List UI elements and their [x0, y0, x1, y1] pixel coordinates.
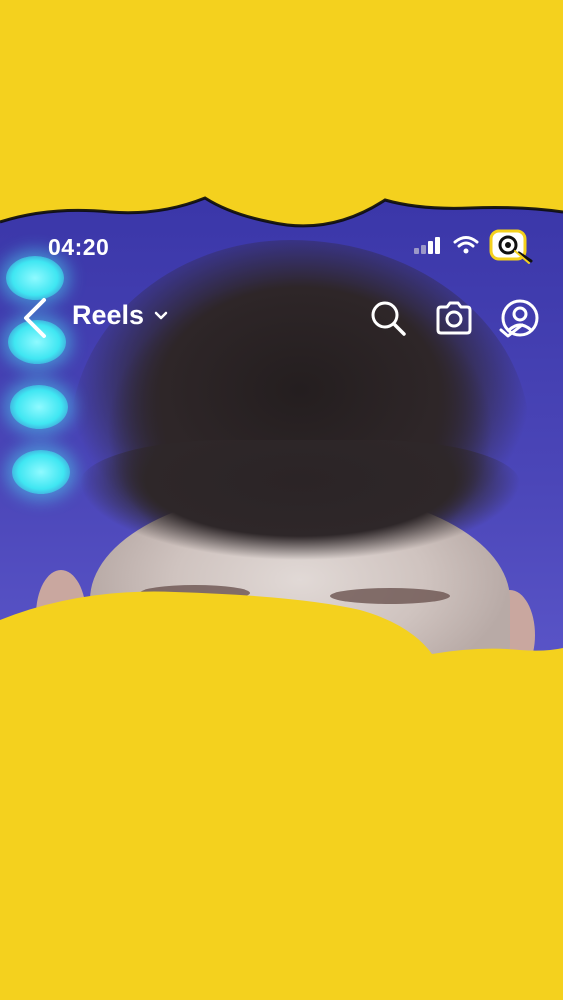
reels-header: Reels [0, 290, 563, 350]
back-button[interactable] [20, 296, 50, 340]
profile-icon [499, 299, 539, 338]
profile-button[interactable] [498, 298, 539, 338]
search-button[interactable] [368, 298, 408, 338]
background-light [12, 450, 70, 494]
reels-title-dropdown[interactable]: Reels [72, 300, 168, 331]
video-frame-hair-front [80, 440, 520, 570]
camera-icon [436, 301, 472, 335]
search-icon [371, 301, 406, 336]
background-light [10, 385, 68, 429]
page-root: 04:20 Reels [0, 0, 563, 1000]
camera-button[interactable] [434, 298, 474, 338]
yellow-top-overlay [0, 0, 563, 228]
chevron-left-icon [24, 298, 46, 338]
yellow-bottom-overlay [0, 591, 563, 1000]
chevron-down-icon [154, 311, 168, 319]
page-title: Reels [72, 300, 145, 330]
